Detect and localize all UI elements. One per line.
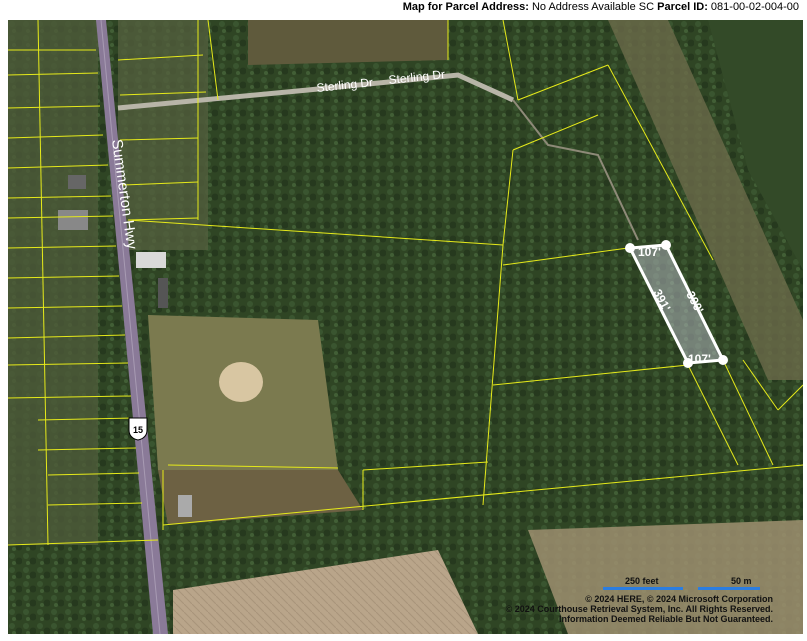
clearing-north [248,20,448,65]
residential-area [8,20,98,545]
parcel-address: No Address Available SC [531,1,655,13]
parcel-vertex[interactable] [625,243,635,253]
header-title: Map for Parcel Address: No Address Avail… [403,1,799,13]
scale-feet-label: 250 feet [625,576,659,586]
dimension-bottom: 107' [688,352,711,366]
parcel-id: 081-00-02-004-00 [710,1,799,13]
parcel-vertex[interactable] [718,355,728,365]
attribution-line-3: Information Deemed Reliable But Not Guar… [558,614,773,624]
map-scale: 250 feet 50 m [603,576,783,590]
parcel-vertex[interactable] [661,240,671,250]
map-canvas: 107' 107' 391' 390' Summerton Hwy Sterli… [8,20,803,634]
map-attribution: © 2024 HERE, © 2024 Microsoft Corporatio… [506,594,773,624]
route-number: 15 [133,425,143,435]
building [136,252,166,268]
attribution-line-2: © 2024 Courthouse Retrieval System, Inc.… [505,604,773,614]
building [68,175,86,189]
scale-bar-meters [698,587,760,590]
page-header: Map for Parcel Address: No Address Avail… [0,0,807,20]
us-route-shield: 15 [128,417,148,441]
parcel-id-label: Parcel ID: [657,1,708,13]
scale-meters-label: 50 m [731,576,752,586]
baseball-diamond [219,362,263,402]
building [58,210,88,230]
building [158,278,168,308]
scale-bar-feet [603,587,683,590]
aerial-map[interactable]: 107' 107' 391' 390' Summerton Hwy Sterli… [8,20,803,634]
header-label: Map for Parcel Address: [402,1,529,13]
building [178,495,192,517]
dimension-top: 107' [638,245,661,259]
attribution-line-1: © 2024 HERE, © 2024 Microsoft Corporatio… [585,594,773,604]
